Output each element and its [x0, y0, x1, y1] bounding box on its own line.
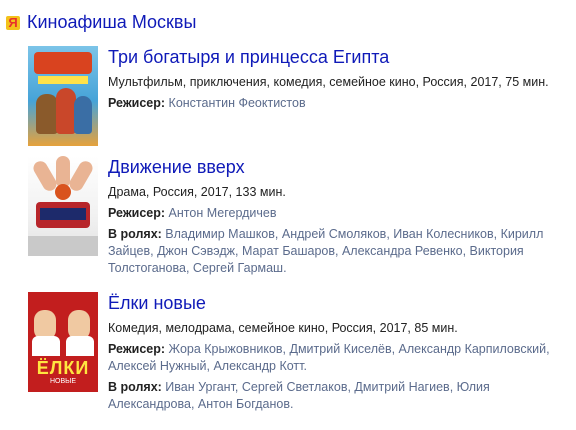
person-link[interactable]: Жора Крыжовников	[169, 342, 283, 356]
person-link[interactable]: Александра Ревенко	[342, 244, 463, 258]
person-link[interactable]: Дмитрий Нагиев	[354, 380, 449, 394]
director-label: Режисер:	[108, 96, 166, 110]
film-title-link[interactable]: Ёлки новые	[108, 292, 568, 314]
film-poster[interactable]: ЁЛКИ НОВЫЕ	[28, 292, 98, 392]
person-link[interactable]: Антон Мегердичев	[169, 206, 277, 220]
person-link[interactable]: Сергей Светлаков	[242, 380, 348, 394]
film-meta: Мультфильм, приключения, комедия, семейн…	[108, 75, 549, 89]
film-info: Ёлки новые Комедия, мелодрама, семейное …	[108, 292, 568, 413]
person-link[interactable]: Сергей Гармаш	[193, 261, 283, 275]
cast-label: В ролях:	[108, 227, 162, 241]
cast-label: В ролях:	[108, 380, 162, 394]
person-link[interactable]: Антон Богданов	[198, 397, 290, 411]
director-line: Режисер: Константин Феоктистов	[108, 95, 568, 112]
film-poster[interactable]	[28, 46, 98, 146]
director-label: Режисер:	[108, 342, 166, 356]
person-link[interactable]: Иван Колесников	[393, 227, 493, 241]
page-header: Я Киноафиша Москвы	[6, 12, 196, 33]
person-link[interactable]: Андрей Смоляков	[282, 227, 386, 241]
person-link[interactable]: Марат Башаров	[242, 244, 335, 258]
person-link[interactable]: Алексей Нужный	[108, 359, 207, 373]
person-link[interactable]: Иван Ургант	[165, 380, 235, 394]
film-poster[interactable]	[28, 156, 98, 256]
director-line: Режисер: Жора Крыжовников, Дмитрий Кисел…	[108, 342, 550, 373]
film-title-link[interactable]: Движение вверх	[108, 156, 568, 178]
person-link[interactable]: Владимир Машков	[165, 227, 275, 241]
film-info: Движение вверх Драма, Россия, 2017, 133 …	[108, 156, 568, 277]
person-link[interactable]: Александр Карпиловский	[399, 342, 547, 356]
film-title-link[interactable]: Три богатыря и принцесса Египта	[108, 46, 568, 68]
film-info: Три богатыря и принцесса Египта Мультфил…	[108, 46, 568, 112]
film-meta: Драма, Россия, 2017, 133 мин.	[108, 185, 286, 199]
person-link[interactable]: Дмитрий Киселёв	[290, 342, 392, 356]
person-link[interactable]: Константин Феоктистов	[169, 96, 306, 110]
film-meta: Комедия, мелодрама, семейное кино, Росси…	[108, 321, 458, 335]
director-line: Режисер: Антон Мегердичев	[108, 205, 568, 222]
person-link[interactable]: Джон Сэвэдж	[157, 244, 235, 258]
director-label: Режисер:	[108, 206, 166, 220]
yandex-icon[interactable]: Я	[6, 14, 20, 32]
cast-line: В ролях: Иван Ургант, Сергей Светлаков, …	[108, 380, 490, 411]
page-title[interactable]: Киноафиша Москвы	[27, 12, 196, 33]
cast-line: В ролях: Владимир Машков, Андрей Смоляко…	[108, 227, 544, 275]
person-link[interactable]: Александр Котт	[213, 359, 303, 373]
